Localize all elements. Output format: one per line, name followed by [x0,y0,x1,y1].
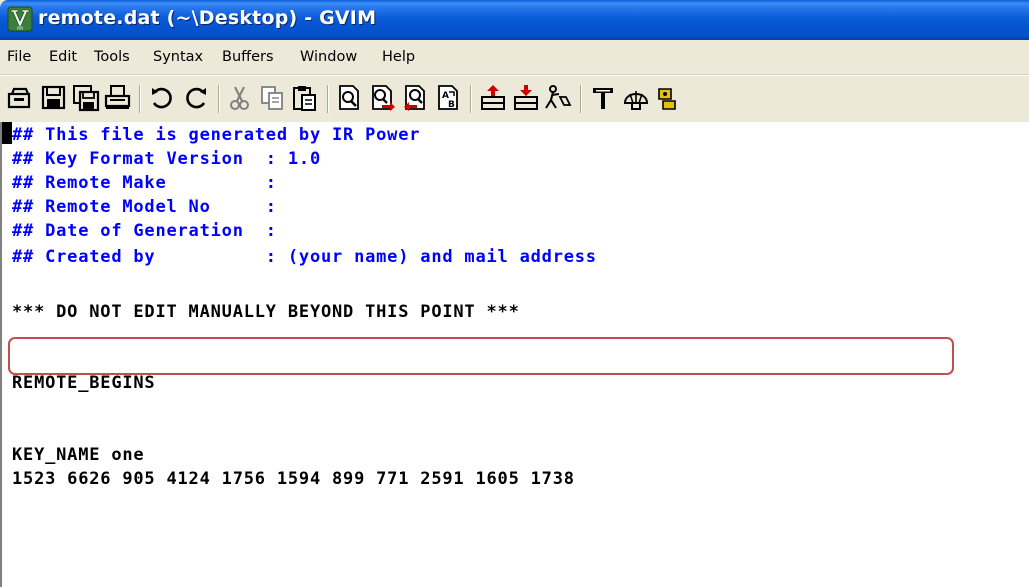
undo-icon[interactable] [147,83,177,113]
paste-icon[interactable] [290,83,320,113]
print-icon[interactable] [103,83,133,113]
toolbar-separator [218,85,220,113]
menu-help[interactable]: Help [382,49,415,65]
toolbar-separator [327,85,329,113]
toolbar: A B [0,75,1029,123]
window-title: remote.dat (~\Desktop) - GVIM [38,7,377,29]
gvim-window: m remote.dat (~\Desktop) - GVIM File Edi… [0,0,1029,587]
menu-bar: File Edit Tools Syntax Buffers Window He… [0,40,1029,75]
text-editor[interactable]: ## This file is generated by IR Power ##… [0,122,1029,587]
editor-line: ## Remote Make : [12,173,277,193]
menu-window[interactable]: Window [300,49,357,65]
editor-line: REMOTE_BEGINS [12,373,156,393]
load-session-icon[interactable] [478,83,508,113]
menu-buffers[interactable]: Buffers [222,49,274,65]
editor-line: *** DO NOT EDIT MANUALLY BEYOND THIS POI… [12,302,520,322]
run-script-icon[interactable] [543,83,573,113]
editor-line: ## Date of Generation : [12,221,277,241]
editor-line: ## Key Format Version : 1.0 [12,149,321,169]
find-icon[interactable] [335,83,365,113]
editor-line: 1523 6626 905 4124 1756 1594 899 771 259… [12,469,575,489]
title-bar[interactable]: m remote.dat (~\Desktop) - GVIM [0,0,1029,40]
find-next-icon[interactable] [368,83,398,113]
editor-line: ## This file is generated by IR Power [12,125,421,145]
toolbar-separator [470,85,472,113]
menu-file[interactable]: File [7,49,31,65]
editor-line: KEY_NAME one [12,445,145,465]
text-cursor [2,122,12,144]
make-icon[interactable] [588,83,618,113]
save-session-icon[interactable] [511,83,541,113]
toolbar-separator [580,85,582,113]
annotation-highlight-box [8,337,954,375]
svg-text:m: m [17,25,23,32]
editor-line: ## Remote Model No : [12,197,277,217]
menu-syntax[interactable]: Syntax [153,49,203,65]
copy-icon[interactable] [258,83,288,113]
save-icon[interactable] [39,83,69,113]
open-icon[interactable] [5,83,35,113]
replace-icon[interactable]: A B [434,83,464,113]
menu-tools[interactable]: Tools [94,49,130,65]
toolbar-separator [139,85,141,113]
svg-text:B: B [448,100,455,110]
menu-edit[interactable]: Edit [49,49,77,65]
editor-line: ## Created by : (your name) and mail add… [12,247,597,267]
redo-icon[interactable] [181,83,211,113]
find-previous-icon[interactable] [401,83,431,113]
gvim-app-icon[interactable]: m [7,6,33,32]
save-all-icon[interactable] [71,83,101,113]
tags-icon[interactable] [653,83,683,113]
shell-icon[interactable] [621,83,651,113]
cut-icon[interactable] [225,83,255,113]
